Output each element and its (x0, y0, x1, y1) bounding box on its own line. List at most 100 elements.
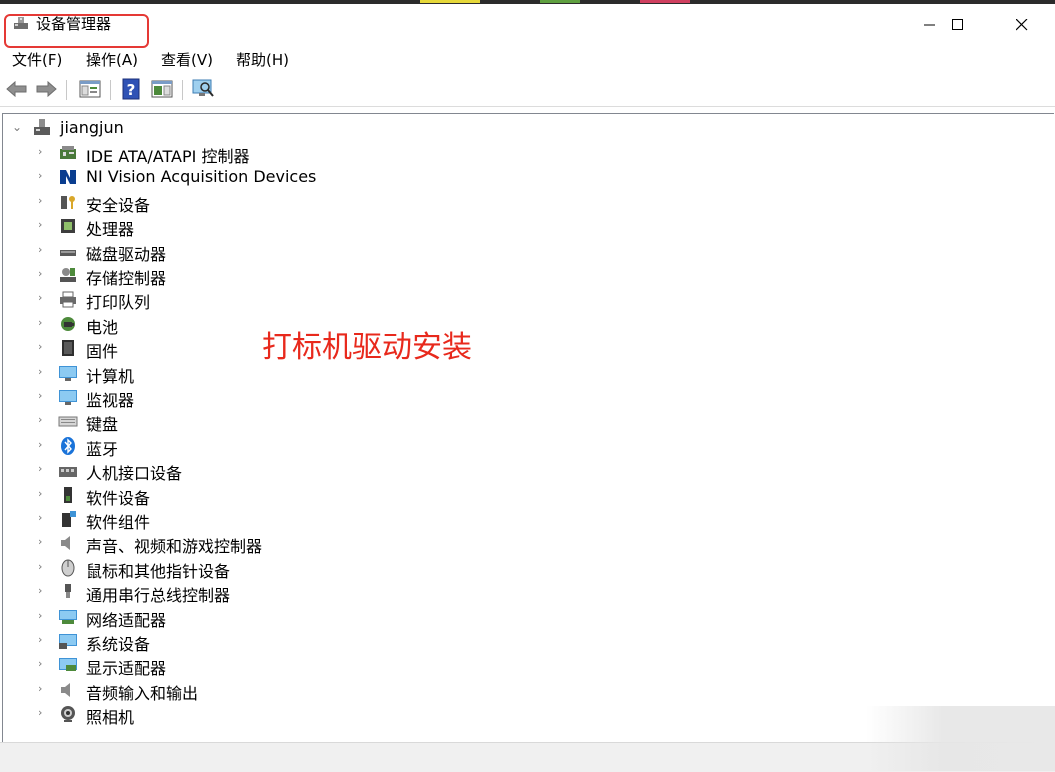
tree-item[interactable]: › 打印队列 (0, 287, 600, 312)
show-hide-tree-button[interactable] (78, 77, 102, 101)
back-button[interactable] (5, 77, 29, 101)
tree-item[interactable]: › 安全设备 (0, 190, 600, 215)
chevron-right-icon[interactable]: › (38, 706, 50, 720)
computer-icon (59, 366, 77, 381)
chevron-right-icon[interactable]: › (38, 657, 50, 671)
tree-item[interactable]: › 存储控制器 (0, 263, 600, 288)
close-button[interactable] (999, 8, 1045, 42)
chevron-right-icon[interactable]: › (38, 633, 50, 647)
chevron-right-icon[interactable]: › (38, 316, 50, 330)
tree-item[interactable]: › 软件设备 (0, 483, 600, 508)
software-component-icon (62, 511, 76, 527)
storage-controller-icon (60, 268, 76, 282)
tree-item-label: 软件组件 (86, 513, 151, 532)
tree-item-label: 存储控制器 (86, 269, 167, 288)
tree-item[interactable]: › 鼠标和其他指针设备 (0, 556, 600, 581)
chevron-right-icon[interactable]: › (38, 560, 50, 574)
toolbar-separator (66, 80, 67, 100)
chevron-right-icon[interactable]: › (38, 145, 50, 159)
tree-item[interactable]: › IDE ATA/ATAPI 控制器 (0, 141, 600, 166)
help-button[interactable]: ? (119, 77, 143, 101)
tree-item-label: 鼠标和其他指针设备 (86, 562, 231, 581)
tree-item-label: 照相机 (86, 708, 135, 727)
chevron-right-icon[interactable]: › (38, 535, 50, 549)
chevron-right-icon[interactable]: › (38, 584, 50, 598)
chevron-right-icon[interactable]: › (38, 462, 50, 476)
tree-item-label: 网络适配器 (86, 611, 167, 630)
tree-item[interactable]: › 处理器 (0, 214, 600, 239)
monitor-icon (59, 390, 77, 405)
chevron-right-icon[interactable]: › (38, 682, 50, 696)
chevron-right-icon[interactable]: › (38, 511, 50, 525)
chevron-right-icon[interactable]: › (38, 438, 50, 452)
tree-item[interactable]: › 照相机 (0, 702, 600, 727)
menu-bar: 文件(F) 操作(A) 查看(V) 帮助(H) (0, 44, 1055, 72)
tree-item[interactable]: › 人机接口设备 (0, 458, 600, 483)
tree-item-label: 磁盘驱动器 (86, 245, 167, 264)
audio-io-icon (61, 683, 70, 697)
tree-item-label: 处理器 (86, 220, 135, 239)
tree-item-label: NI Vision Acquisition Devices (86, 167, 317, 186)
firmware-icon (62, 340, 74, 356)
system-device-icon (59, 634, 77, 649)
computer-root-icon (34, 119, 50, 135)
forward-button[interactable] (34, 77, 58, 101)
chevron-right-icon[interactable]: › (38, 267, 50, 281)
tree-item-label: 键盘 (86, 415, 119, 434)
tree-item[interactable]: › 显示适配器 (0, 653, 600, 678)
chevron-right-icon[interactable]: › (38, 169, 50, 183)
properties-button[interactable] (150, 77, 174, 101)
battery-icon (61, 317, 75, 331)
tree-item-label: 蓝牙 (86, 440, 119, 459)
chevron-right-icon[interactable]: › (38, 218, 50, 232)
toolbar: ? (0, 72, 1055, 107)
usb-icon (65, 584, 71, 598)
tree-item-label: 人机接口设备 (86, 464, 183, 483)
tree-root-node[interactable]: ⌄ jiangjun (0, 116, 400, 140)
tree-item[interactable]: › 软件组件 (0, 507, 600, 532)
camera-icon (61, 706, 75, 722)
chevron-right-icon[interactable]: › (38, 194, 50, 208)
tree-item[interactable]: › 磁盘驱动器 (0, 239, 600, 264)
chevron-right-icon[interactable]: › (38, 291, 50, 305)
network-adapter-icon (59, 610, 77, 624)
tree-item[interactable]: › NI Vision Acquisition Devices (0, 165, 600, 189)
tree-item[interactable]: › 键盘 (0, 409, 600, 434)
tree-item[interactable]: › 监视器 (0, 385, 600, 410)
tree-item[interactable]: › 声音、视频和游戏控制器 (0, 531, 600, 556)
mouse-icon (61, 559, 75, 577)
menu-file[interactable]: 文件(F) (12, 49, 62, 70)
chevron-down-icon[interactable]: ⌄ (12, 120, 24, 134)
scan-hardware-button[interactable] (192, 77, 216, 101)
ide-controller-icon (60, 146, 76, 159)
software-device-icon (64, 487, 72, 503)
toolbar-separator (182, 80, 183, 100)
tree-item[interactable]: › 蓝牙 (0, 434, 600, 459)
tree-item[interactable]: › 通用串行总线控制器 (0, 580, 600, 605)
tree-item[interactable]: › 系统设备 (0, 629, 600, 654)
toolbar-separator (110, 80, 111, 100)
tree-item[interactable]: › 网络适配器 (0, 605, 600, 630)
svg-text:?: ? (127, 81, 136, 99)
menu-view[interactable]: 查看(V) (161, 49, 213, 70)
chevron-right-icon[interactable]: › (38, 389, 50, 403)
chevron-right-icon[interactable]: › (38, 243, 50, 257)
sound-icon (61, 536, 70, 550)
chevron-right-icon[interactable]: › (38, 340, 50, 354)
maximize-button[interactable] (935, 8, 981, 42)
chevron-right-icon[interactable]: › (38, 413, 50, 427)
chevron-right-icon[interactable]: › (38, 487, 50, 501)
chevron-right-icon[interactable]: › (38, 609, 50, 623)
title-highlight-box (4, 14, 149, 48)
menu-help[interactable]: 帮助(H) (236, 49, 289, 70)
menu-action[interactable]: 操作(A) (86, 49, 138, 70)
scan-hardware-icon (192, 79, 214, 97)
chevron-right-icon[interactable]: › (38, 365, 50, 379)
tree-item-label: 系统设备 (86, 635, 151, 654)
watermark-area (866, 706, 1055, 771)
forward-arrow-icon (36, 80, 57, 98)
tree-item-label: 软件设备 (86, 489, 151, 508)
keyboard-icon (58, 416, 78, 427)
tree-item[interactable]: › 音频输入和输出 (0, 678, 600, 703)
display-adapter-icon (59, 658, 77, 671)
